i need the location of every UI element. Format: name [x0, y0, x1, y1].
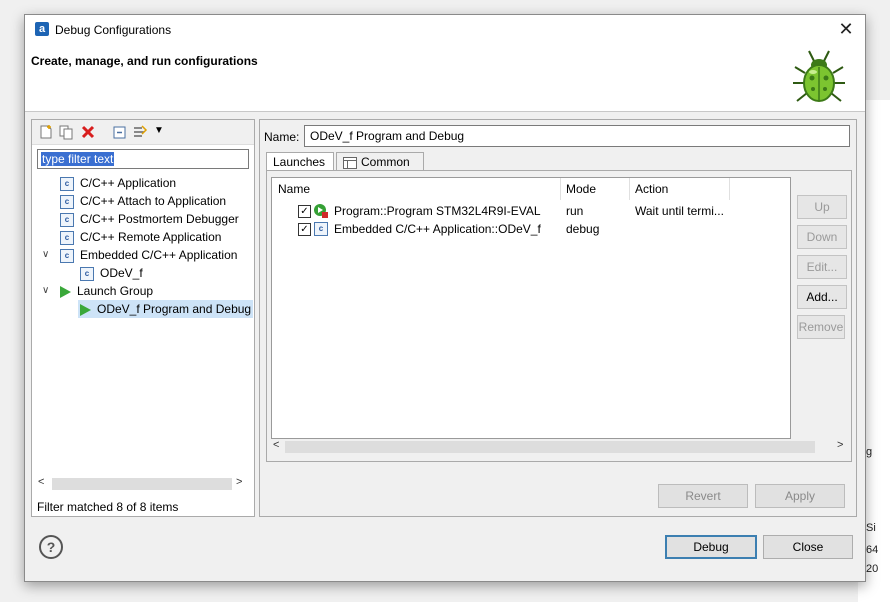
scrollbar-thumb[interactable]	[52, 478, 232, 490]
duplicate-icon[interactable]	[58, 124, 74, 140]
tab-label: Common	[361, 155, 410, 169]
delete-icon[interactable]	[80, 124, 96, 140]
program-launch-icon	[314, 204, 328, 218]
launch-group-icon	[80, 303, 91, 316]
tree-toolbar: ▼	[32, 120, 254, 145]
new-configuration-icon[interactable]	[38, 124, 54, 140]
tree-item-remote[interactable]: c C/C++ Remote Application	[60, 228, 221, 246]
collapse-all-icon[interactable]	[112, 124, 128, 140]
tree-item-cpp-application[interactable]: c C/C++ Application	[60, 174, 176, 192]
c-file-icon: c	[60, 212, 74, 227]
tree-item-label: C/C++ Attach to Application	[80, 194, 227, 208]
header-title: Create, manage, and run configurations	[31, 54, 258, 68]
title-bar: a Debug Configurations ✕	[25, 15, 865, 45]
launches-table: Name Mode Action ✓ Program::Program STM3…	[271, 177, 791, 439]
tree-item-label: ODeV_f Program and Debug	[97, 302, 252, 316]
dialog-header: Create, manage, and run configurations	[25, 45, 865, 112]
tree-item-label: C/C++ Postmortem Debugger	[80, 212, 239, 226]
tab-common[interactable]: Common	[336, 152, 424, 171]
dropdown-icon[interactable]: ▼	[154, 123, 170, 139]
tree-item-attach[interactable]: c C/C++ Attach to Application	[60, 192, 226, 210]
column-header-action[interactable]: Action	[629, 178, 730, 200]
tree-horizontal-scrollbar[interactable]: < >	[36, 476, 248, 492]
tree-item-program-and-debug[interactable]: ODeV_f Program and Debug	[78, 300, 254, 318]
close-button[interactable]: Close	[763, 535, 853, 559]
app-icon: a	[35, 22, 49, 36]
revert-button[interactable]: Revert	[658, 484, 748, 508]
chevron-down-icon[interactable]: ∨	[42, 249, 49, 260]
filter-input[interactable]: type filter text	[37, 149, 249, 169]
window-title: Debug Configurations	[55, 23, 172, 37]
tree-item-launch-group[interactable]: Launch Group	[60, 282, 153, 300]
help-icon[interactable]: ?	[39, 535, 63, 559]
chevron-down-icon[interactable]: ∨	[42, 285, 49, 296]
scroll-right-icon[interactable]: >	[837, 439, 843, 451]
tree-item-odev-f[interactable]: c ODeV_f	[80, 264, 143, 282]
scroll-right-icon[interactable]: >	[236, 476, 242, 488]
c-file-icon: c	[60, 248, 74, 263]
name-field[interactable]: ODeV_f Program and Debug	[304, 125, 850, 147]
c-file-icon: c	[60, 194, 74, 209]
filter-text[interactable]: type filter text	[41, 152, 115, 166]
tab-launches[interactable]: Launches	[266, 152, 334, 171]
apply-button[interactable]: Apply	[755, 484, 845, 508]
table-horizontal-scrollbar[interactable]: < >	[271, 439, 849, 455]
launch-group-icon	[60, 285, 71, 298]
c-file-icon: c	[60, 176, 74, 191]
tab-label: Launches	[273, 155, 326, 169]
c-file-icon: c	[60, 230, 74, 245]
row-name: Embedded C/C++ Application::ODeV_f	[334, 222, 541, 236]
common-tab-icon	[343, 156, 357, 169]
background-text: Si	[866, 522, 876, 534]
column-header-name[interactable]: Name	[272, 178, 561, 200]
filter-status: Filter matched 8 of 8 items	[37, 500, 179, 514]
row-name: Program::Program STM32L4R9I-EVAL	[334, 204, 541, 218]
debug-configurations-dialog: a Debug Configurations ✕ Create, manage,…	[24, 14, 866, 582]
background-text: 20	[866, 563, 879, 575]
name-label: Name:	[264, 130, 300, 144]
down-button[interactable]: Down	[797, 225, 847, 249]
table-row[interactable]: ✓ Program::Program STM32L4R9I-EVAL run W…	[272, 202, 790, 220]
row-checkbox[interactable]: ✓	[298, 205, 311, 218]
configuration-tree-panel: ▼ type filter text c C/C++ Application cC…	[31, 119, 255, 517]
add-button[interactable]: Add...	[797, 285, 847, 309]
filter-icon[interactable]	[132, 124, 148, 140]
debug-button[interactable]: Debug	[665, 535, 757, 559]
table-row[interactable]: ✓ c Embedded C/C++ Application::ODeV_f d…	[272, 220, 790, 238]
tree-item-label: ODeV_f	[100, 266, 143, 280]
row-mode: debug	[566, 222, 600, 236]
tree-item-embedded[interactable]: c Embedded C/C++ Application	[60, 246, 237, 264]
row-mode: run	[566, 204, 584, 218]
configuration-editor: Name: ODeV_f Program and Debug Launches …	[259, 119, 857, 517]
row-action: Wait until termi...	[635, 204, 724, 218]
scroll-left-icon[interactable]: <	[38, 476, 44, 488]
remove-button[interactable]: Remove	[797, 315, 845, 339]
tree-item-label: Embedded C/C++ Application	[80, 248, 238, 262]
row-checkbox[interactable]: ✓	[298, 223, 311, 236]
tree-item-label: C/C++ Application	[80, 176, 177, 190]
column-header-mode[interactable]: Mode	[560, 178, 630, 200]
tree-item-label: Launch Group	[77, 284, 154, 298]
c-file-icon: c	[314, 222, 328, 236]
background-text: 64	[866, 544, 879, 556]
close-window-button[interactable]: ✕	[835, 18, 857, 40]
up-button[interactable]: Up	[797, 195, 847, 219]
c-file-icon: c	[80, 266, 94, 281]
background-text: g	[866, 446, 873, 458]
tree-item-postmortem[interactable]: c C/C++ Postmortem Debugger	[60, 210, 239, 228]
scroll-left-icon[interactable]: <	[273, 439, 279, 451]
tree-item-label: C/C++ Remote Application	[80, 230, 222, 244]
edit-button[interactable]: Edit...	[797, 255, 847, 279]
launches-panel: Name Mode Action ✓ Program::Program STM3…	[266, 170, 852, 462]
scrollbar-thumb[interactable]	[285, 441, 815, 453]
bug-icon	[793, 50, 845, 102]
name-value[interactable]: ODeV_f Program and Debug	[310, 129, 464, 143]
